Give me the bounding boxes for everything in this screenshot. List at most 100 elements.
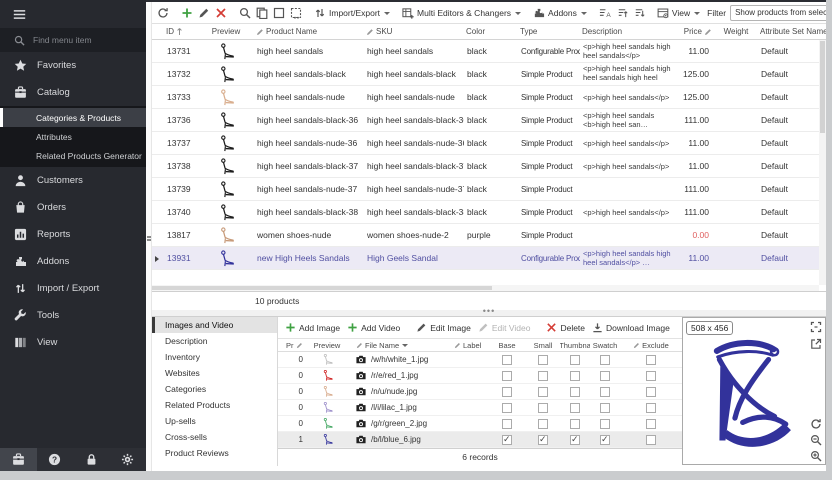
product-row[interactable]: 13736 high heel sandals-black-36 high he… [152, 109, 826, 132]
sidebar-item-reports[interactable]: Reports [0, 221, 146, 248]
panel-tab[interactable]: Cross-sells [152, 429, 277, 445]
sidebar-item-view[interactable]: View [0, 329, 146, 356]
header-type[interactable]: Type [518, 27, 580, 36]
exclude-checkbox[interactable] [646, 387, 656, 397]
swatch-checkbox[interactable] [600, 435, 610, 445]
header-color[interactable]: Color [464, 27, 518, 36]
cell-price[interactable]: 0.00 [674, 230, 714, 240]
header-base[interactable]: Base [488, 341, 526, 350]
thumbnail-checkbox[interactable] [570, 387, 580, 397]
cell-product-name[interactable]: new High Heels Sandals [254, 253, 364, 263]
product-row[interactable]: 13931 new High Heels Sandals High Geels … [152, 247, 826, 270]
base-checkbox[interactable] [502, 419, 512, 429]
product-row[interactable]: 13737 high heel sandals-nude-36 high hee… [152, 132, 826, 155]
copy-button[interactable] [254, 5, 270, 21]
header-price[interactable]: Price [674, 27, 714, 36]
download-image-button[interactable]: Download Image [590, 320, 672, 335]
product-row[interactable]: 13731 high heel sandals high heel sandal… [152, 40, 826, 63]
cell-sku[interactable]: high heel sandals-black-38 [364, 207, 464, 217]
edit-image-button[interactable]: Edit Image [414, 320, 473, 335]
sidebar-item-catalog[interactable]: Catalog [0, 79, 146, 106]
sidebar-subitem[interactable]: Related Products Generator [0, 146, 146, 165]
thumbnail-checkbox[interactable] [570, 355, 580, 365]
swatch-checkbox[interactable] [600, 387, 610, 397]
bottom-nav-lock[interactable] [73, 448, 110, 471]
addons-menu[interactable]: Addons [531, 5, 589, 21]
panel-tab[interactable]: Up-sells [152, 413, 277, 429]
cell-sku[interactable]: high heel sandals-nude-36 [364, 138, 464, 148]
cell-product-name[interactable]: high heel sandals-nude-37 [254, 184, 364, 194]
select-mode-button[interactable] [271, 5, 287, 21]
panel-tab[interactable]: Description [152, 333, 277, 349]
product-row[interactable]: 13738 high heel sandals-black-37 high he… [152, 155, 826, 178]
zoom-out-button[interactable] [810, 434, 822, 446]
sort-ascending-button[interactable] [614, 5, 630, 21]
cell-price[interactable]: 11.00 [674, 138, 714, 148]
panel-tab[interactable]: Inventory [152, 349, 277, 365]
header-position[interactable]: Pr [286, 341, 310, 350]
cell-file-name[interactable]: /w/h/white_1.jpg [344, 355, 454, 364]
delete-product-button[interactable] [213, 5, 229, 21]
cell-file-name[interactable]: /b/l/blue_6.jpg [344, 435, 454, 444]
cell-sku[interactable]: high heel sandals [364, 46, 464, 56]
cell-position[interactable]: 0 [286, 419, 310, 428]
header-swatch[interactable]: Swatch [590, 341, 620, 350]
product-row[interactable]: 13817 women shoes-nude women shoes-nude-… [152, 224, 826, 247]
cell-price[interactable]: 111.00 [674, 207, 714, 217]
sidebar-item-orders[interactable]: Orders [0, 194, 146, 221]
header-image-preview[interactable]: Preview [310, 341, 344, 350]
base-checkbox[interactable] [502, 403, 512, 413]
header-weight[interactable]: Weight [714, 27, 758, 36]
cell-sku[interactable]: High Geels Sandal [364, 253, 464, 263]
category-filter-select[interactable]: Show products from selected categories [730, 5, 832, 21]
fit-screen-button[interactable] [810, 321, 822, 333]
panel-tab[interactable]: Product Reviews [152, 445, 277, 461]
small-checkbox[interactable] [538, 435, 548, 445]
sort-az-button[interactable] [597, 5, 613, 21]
cell-price[interactable]: 111.00 [674, 184, 714, 194]
image-row[interactable]: 0 /l/i/lilac_1.jpg [278, 400, 682, 416]
cell-sku[interactable]: high heel sandals-black-37 [364, 161, 464, 171]
header-thumbnail[interactable]: Thumbna [560, 341, 590, 350]
header-description[interactable]: Description [580, 27, 674, 36]
header-product-name[interactable]: Product Name [254, 27, 364, 36]
panel-tab[interactable]: Websites [152, 365, 277, 381]
product-row[interactable]: 13740 high heel sandals-black-38 high he… [152, 201, 826, 224]
cell-product-name[interactable]: high heel sandals [254, 46, 364, 56]
header-small[interactable]: Small [526, 341, 560, 350]
add-video-button[interactable]: Add Video [345, 320, 402, 335]
cell-sku[interactable]: high heel sandals-nude [364, 92, 464, 102]
zoom-in-button[interactable] [810, 450, 822, 462]
thumbnail-checkbox[interactable] [570, 403, 580, 413]
image-row[interactable]: 0 /r/e/red_1.jpg [278, 368, 682, 384]
image-row[interactable]: 0 /g/r/green_2.jpg [278, 416, 682, 432]
scrollbar-thumb[interactable] [820, 41, 825, 133]
base-checkbox[interactable] [502, 371, 512, 381]
sidebar-subitem[interactable]: Attributes [0, 127, 146, 146]
cell-product-name[interactable]: high heel sandals-nude-36 [254, 138, 364, 148]
cell-position[interactable]: 0 [286, 355, 310, 364]
base-checkbox[interactable] [502, 435, 512, 445]
header-label[interactable]: Label [454, 341, 488, 350]
add-image-button[interactable]: Add Image [283, 320, 342, 335]
small-checkbox[interactable] [538, 419, 548, 429]
swatch-checkbox[interactable] [600, 371, 610, 381]
swatch-checkbox[interactable] [600, 403, 610, 413]
open-external-button[interactable] [810, 338, 822, 350]
splitter-handle[interactable] [147, 236, 149, 238]
bottom-nav-catalog[interactable] [0, 448, 37, 471]
cell-product-name[interactable]: high heel sandals-black-37 [254, 161, 364, 171]
sidebar-item-addons[interactable]: Addons [0, 248, 146, 275]
cell-sku[interactable]: high heel sandals-black [364, 69, 464, 79]
header-preview[interactable]: Preview [198, 27, 254, 36]
import-export-menu[interactable]: Import/Export [312, 5, 392, 21]
vertical-scrollbar[interactable] [819, 40, 826, 285]
rotate-button[interactable] [810, 418, 822, 430]
cell-price[interactable]: 111.00 [674, 115, 714, 125]
header-exclude[interactable]: Exclude [620, 341, 682, 350]
cell-price[interactable]: 11.00 [674, 253, 714, 263]
sidebar-item-favorites[interactable]: Favorites [0, 52, 146, 79]
bottom-nav-help[interactable] [37, 448, 74, 471]
sidebar-subitem[interactable]: Categories & Products [0, 108, 146, 127]
product-row[interactable]: 13733 high heel sandals-nude high heel s… [152, 86, 826, 109]
